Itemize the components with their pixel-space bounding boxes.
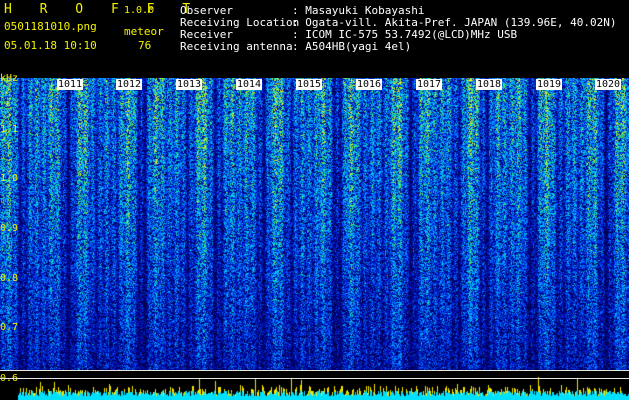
minute-marker: 1011 [57,79,84,90]
minute-marker: 1019 [536,79,563,90]
minute-marker: 1017 [416,79,443,90]
minute-marker: 1015 [296,79,323,90]
minute-marker: 1014 [236,79,263,90]
reference-line [0,370,629,371]
y-tick-label: 0.7 [0,322,19,333]
y-tick-label: 1.1 [0,124,19,135]
y-tick-label: 0.9 [0,223,19,234]
axis-unit-label: kHz [0,73,19,84]
minute-marker: 1016 [356,79,383,90]
antenna-value: : A504HB(yagi 4el) [292,40,412,53]
reference-line [0,378,629,379]
minute-marker: 1018 [476,79,503,90]
app-version: 1.0.0 [124,5,155,16]
image-filename: 0501181010.png [4,20,97,33]
capture-datetime: 05.01.18 10:10 [4,39,97,52]
y-tick-label: 0.8 [0,273,19,284]
meteor-count: 76 [138,39,152,52]
minute-marker: 1020 [595,79,622,90]
detection-type: meteor [124,25,164,38]
y-tick-label: 1.0 [0,173,19,184]
header-panel: H R O F F T 1.0.0 0501181010.png meteor … [0,0,629,78]
antenna-label: Receiving antenna [180,40,293,53]
y-tick-label: 0.6 [0,374,18,384]
spectrogram-canvas [0,78,629,400]
minute-marker: 1012 [116,79,143,90]
minute-marker: 1013 [176,79,203,90]
app-title: H R O F F T [4,2,201,17]
